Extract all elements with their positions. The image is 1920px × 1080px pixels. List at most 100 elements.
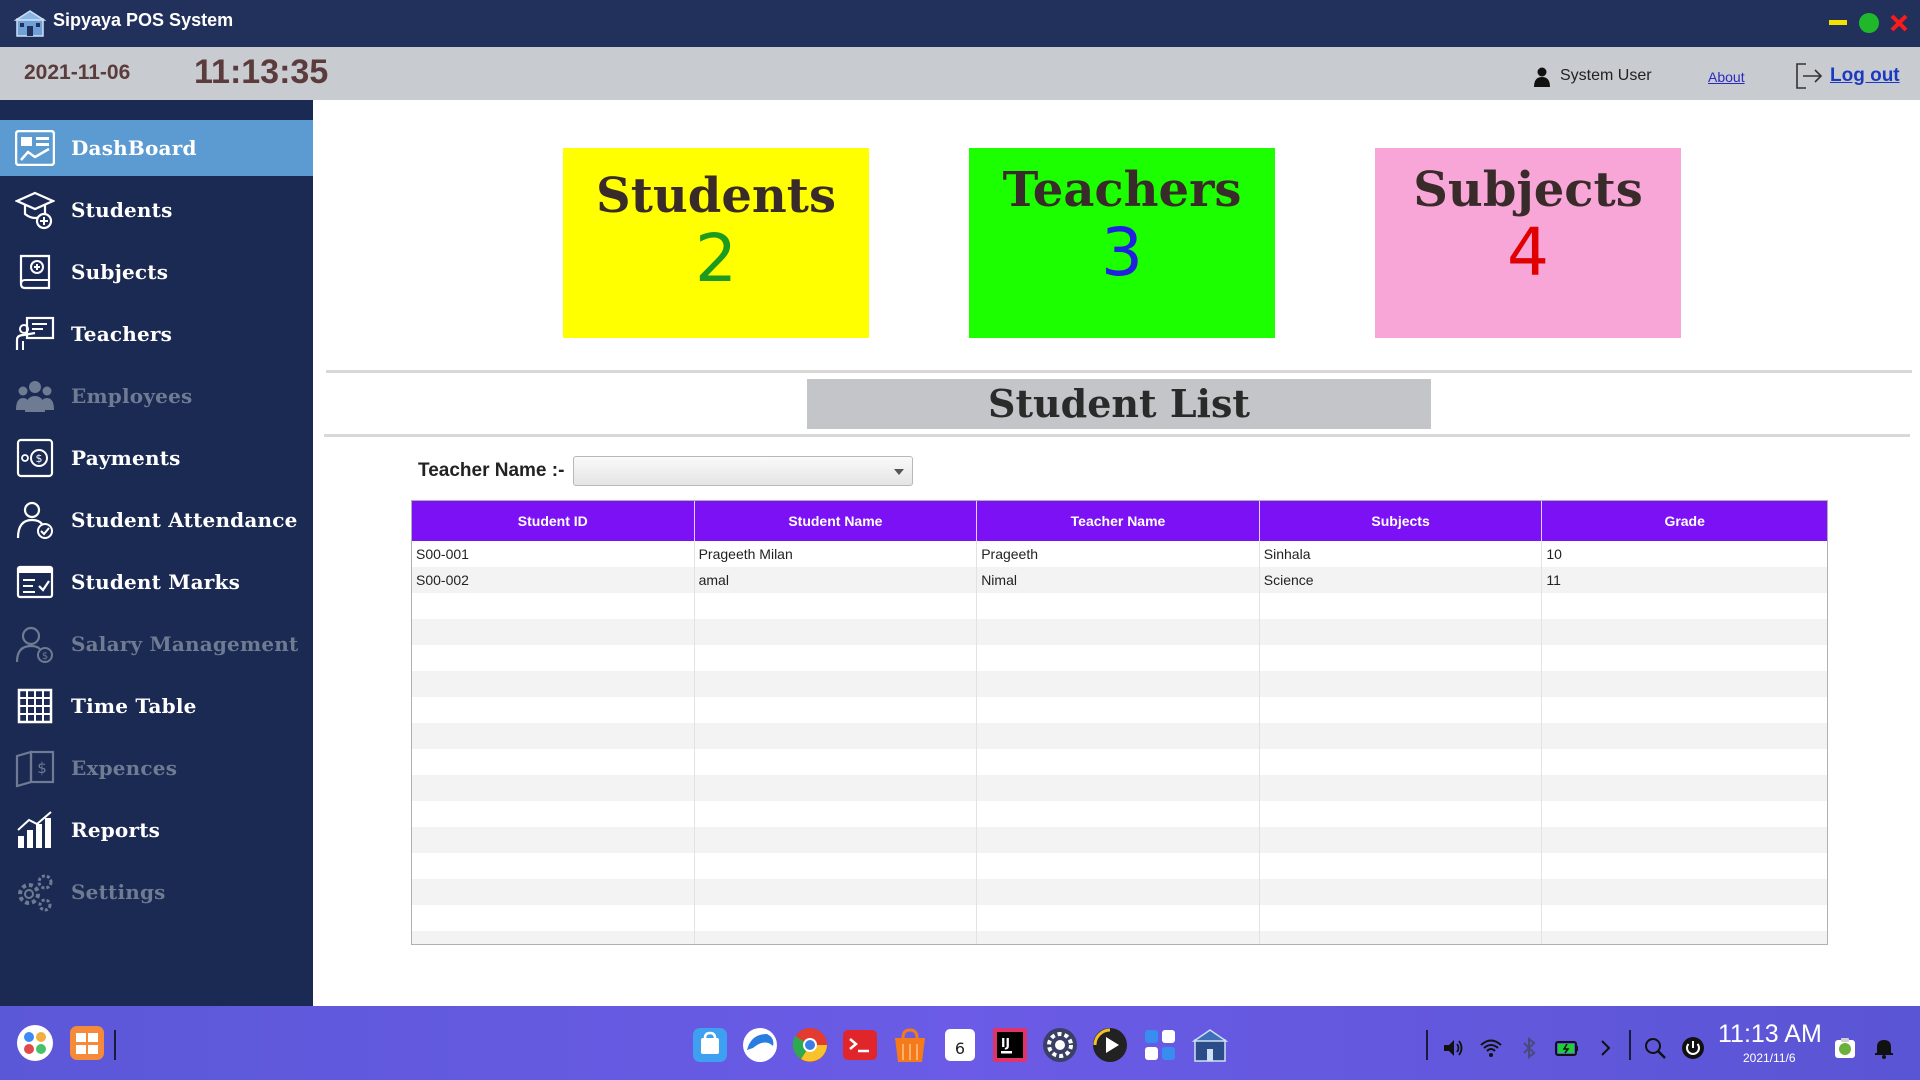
grid-icon <box>15 686 55 726</box>
power-icon[interactable] <box>1681 1036 1705 1060</box>
empty-table-row <box>412 827 1827 853</box>
volume-icon[interactable] <box>1441 1036 1465 1060</box>
sidebar-item-student-attendance[interactable]: Student Attendance <box>0 492 313 548</box>
teacher-board-icon <box>15 314 55 354</box>
calendar-icon[interactable]: 6 <box>941 1026 979 1064</box>
close-icon[interactable] <box>1888 12 1910 34</box>
column-header-student-name[interactable]: Student Name <box>695 501 978 541</box>
empty-table-row <box>412 749 1827 775</box>
multitask-view-icon[interactable] <box>68 1024 106 1062</box>
logout-link[interactable]: Log out <box>1830 65 1900 87</box>
bluetooth-icon[interactable] <box>1517 1036 1541 1060</box>
sidebar-item-dashboard[interactable]: DashBoard <box>0 120 313 176</box>
wifi-icon[interactable] <box>1479 1036 1503 1060</box>
sidebar-item-student-marks[interactable]: Student Marks <box>0 554 313 610</box>
column-header-grade[interactable]: Grade <box>1542 501 1827 541</box>
store-bag-icon[interactable] <box>891 1026 929 1064</box>
taskbar-date: 2021/11/6 <box>1743 1051 1796 1065</box>
divider <box>326 370 1912 373</box>
column-header-teacher-name[interactable]: Teacher Name <box>977 501 1260 541</box>
sidebar-item-time-table[interactable]: Time Table <box>0 678 313 734</box>
sidebar-item-salary-management[interactable]: $ Salary Management <box>0 616 313 672</box>
cell-subjects: Science <box>1260 567 1543 593</box>
gear-icon <box>15 872 55 912</box>
bar-chart-icon <box>15 810 55 850</box>
card-value: 3 <box>1101 214 1143 291</box>
chevron-right-icon[interactable] <box>1593 1036 1617 1060</box>
user-name: System User <box>1560 67 1652 84</box>
empty-table-row <box>412 645 1827 671</box>
svg-text:$: $ <box>36 452 43 465</box>
cell-student-name: Prageeth Milan <box>695 541 978 567</box>
teachers-count-card: Teachers 3 <box>969 148 1275 338</box>
marks-icon <box>15 562 55 602</box>
card-title: Students <box>596 168 836 224</box>
launcher-icon[interactable] <box>16 1024 54 1062</box>
taskbar-divider <box>114 1030 116 1060</box>
payments-icon: $ <box>15 438 55 478</box>
sidebar-item-reports[interactable]: Reports <box>0 802 313 858</box>
system-settings-icon[interactable] <box>1041 1026 1079 1064</box>
maximize-icon[interactable] <box>1858 12 1880 34</box>
svg-text:IJ: IJ <box>1001 1036 1010 1050</box>
media-player-icon[interactable] <box>1091 1026 1129 1064</box>
search-icon[interactable] <box>1643 1036 1667 1060</box>
chrome-icon[interactable] <box>791 1026 829 1064</box>
svg-text:$: $ <box>37 759 47 777</box>
title-bar: Sipyaya POS System <box>0 0 1920 47</box>
logout-icon[interactable] <box>1794 61 1824 91</box>
student-cap-icon <box>15 190 55 230</box>
empty-table-row <box>412 853 1827 879</box>
sidebar-item-teachers[interactable]: Teachers <box>0 306 313 362</box>
dashboard-icon <box>15 128 55 168</box>
divider <box>324 434 1910 437</box>
card-title: Subjects <box>1413 162 1643 218</box>
cell-student-id: S00-002 <box>412 567 695 593</box>
column-header-student-id[interactable]: Student ID <box>412 501 695 541</box>
sidebar-item-settings[interactable]: Settings <box>0 864 313 920</box>
school-building-icon <box>14 10 46 37</box>
cell-teacher-name: Nimal <box>977 567 1260 593</box>
empty-table-row <box>412 697 1827 723</box>
battery-icon[interactable] <box>1555 1036 1579 1060</box>
taskbar-divider <box>1629 1030 1631 1060</box>
bell-icon[interactable] <box>1872 1036 1896 1060</box>
empty-table-row <box>412 775 1827 801</box>
sidebar-item-expences[interactable]: $ Expences <box>0 740 313 796</box>
empty-table-row <box>412 931 1827 944</box>
intellij-icon[interactable]: IJ <box>991 1026 1029 1064</box>
sidebar-item-payments[interactable]: $ Payments <box>0 430 313 486</box>
school-building-icon[interactable] <box>1191 1026 1229 1064</box>
minimize-icon[interactable] <box>1827 12 1849 34</box>
cell-grade: 11 <box>1546 572 1561 588</box>
column-header-subjects[interactable]: Subjects <box>1260 501 1543 541</box>
cell-subjects: Sinhala <box>1260 541 1543 567</box>
table-row[interactable]: S00-002 amal Nimal Science 11 <box>412 567 1827 593</box>
taskbar-clock[interactable]: 11:13 AM <box>1718 1020 1822 1049</box>
empty-rows <box>412 593 1827 944</box>
teacher-name-dropdown[interactable] <box>573 456 913 486</box>
student-table: Student ID Student Name Teacher Name Sub… <box>411 500 1828 945</box>
about-link[interactable]: About <box>1708 69 1745 85</box>
cell-student-id: S00-001 <box>412 541 695 567</box>
terminal-icon[interactable] <box>841 1026 879 1064</box>
app-store-icon[interactable] <box>691 1026 729 1064</box>
empty-table-row <box>412 671 1827 697</box>
teacher-name-label: Teacher Name :- <box>418 460 565 481</box>
sidebar: DashBoard Students Subjects Teachers Emp… <box>0 100 313 1006</box>
student-list-title: Student List <box>807 379 1431 429</box>
browser-icon[interactable] <box>741 1026 779 1064</box>
control-center-icon[interactable] <box>1141 1026 1179 1064</box>
notification-app-icon[interactable] <box>1833 1036 1857 1060</box>
sidebar-item-students[interactable]: Students <box>0 182 313 238</box>
empty-table-row <box>412 723 1827 749</box>
cell-grade: 10 <box>1546 546 1562 562</box>
salary-icon: $ <box>15 624 55 664</box>
attendance-icon <box>15 500 55 540</box>
header-bar: 2021-11-06 11:13:35 System User About Lo… <box>0 47 1920 100</box>
sidebar-item-employees[interactable]: Employees <box>0 368 313 424</box>
empty-table-row <box>412 801 1827 827</box>
sidebar-item-subjects[interactable]: Subjects <box>0 244 313 300</box>
empty-table-row <box>412 619 1827 645</box>
table-row[interactable]: S00-001 Prageeth Milan Prageeth Sinhala … <box>412 541 1827 567</box>
